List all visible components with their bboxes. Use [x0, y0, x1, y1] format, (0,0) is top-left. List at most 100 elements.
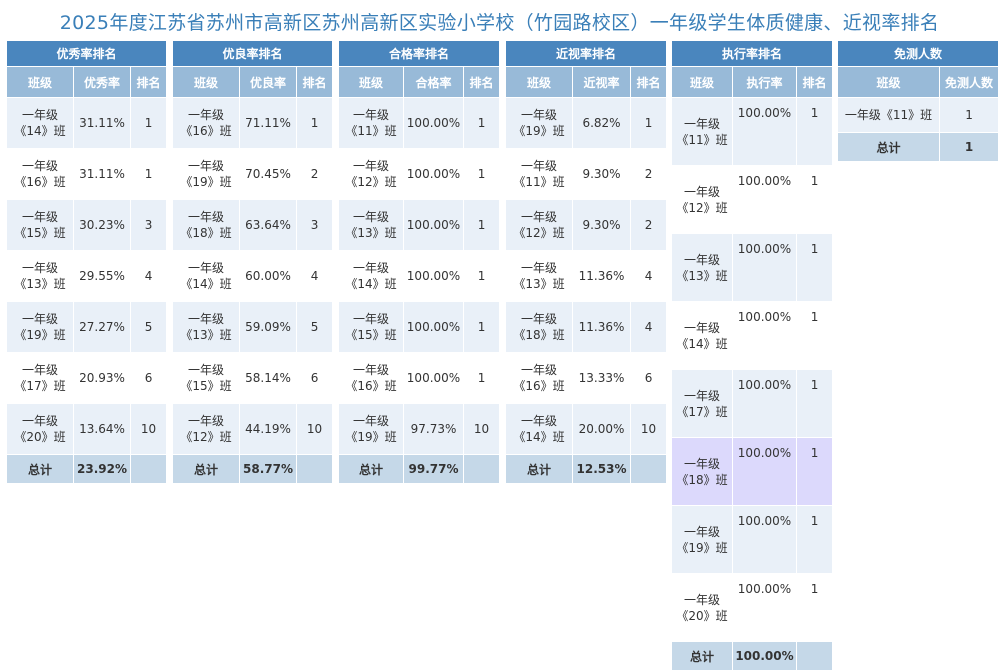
table-row: 一年级《17》班 100.00% 1	[671, 369, 834, 438]
table-row: 一年级《17》班 20.93% 6	[6, 352, 168, 404]
rank-cell: 2	[629, 199, 668, 251]
rank-cell: 1	[795, 233, 834, 302]
table-row: 一年级《11》班 100.00% 1	[671, 97, 834, 166]
table-row: 一年级《11》班 1	[837, 97, 999, 133]
value-cell: 29.55%	[73, 250, 131, 302]
rank-cell: 1	[795, 165, 834, 234]
value-cell: 20.00%	[572, 403, 631, 455]
table-caption: 优秀率排名	[5, 40, 168, 67]
class-name-cell: 一年级《16》班	[172, 97, 240, 149]
table-caption: 免测人数	[836, 40, 999, 67]
column-header: 优良率	[239, 66, 297, 98]
table-row: 一年级《14》班 100.00% 1	[671, 301, 834, 370]
rank-cell: 2	[295, 148, 334, 200]
rank-cell: 4	[629, 250, 668, 302]
class-name-cell: 一年级《19》班	[338, 403, 404, 455]
table-row: 一年级《14》班 20.00% 10	[505, 403, 668, 455]
value-cell: 27.27%	[73, 301, 131, 353]
table-row: 一年级《11》班 100.00% 1	[338, 97, 501, 149]
total-value: 12.53%	[572, 454, 631, 484]
class-name-cell: 一年级《11》班	[837, 97, 940, 133]
class-name-cell: 一年级《18》班	[505, 301, 573, 353]
table-row: 一年级《13》班 11.36% 4	[505, 250, 668, 302]
table-row: 一年级《16》班 100.00% 1	[338, 352, 501, 404]
rank-cell: 1	[295, 97, 334, 149]
exempt-count-table: 免测人数 班级 免测人数 一年级《11》班 1 总计 1	[836, 40, 999, 162]
value-cell: 100.00%	[403, 301, 464, 353]
column-header: 班级	[172, 66, 240, 98]
table-row: 一年级《19》班 100.00% 1	[671, 505, 834, 574]
column-header: 班级	[6, 66, 74, 98]
class-name-cell: 一年级《11》班	[671, 97, 733, 166]
rank-cell: 1	[795, 369, 834, 438]
table-row: 一年级《19》班 97.73% 10	[338, 403, 501, 455]
total-label: 总计	[172, 454, 240, 484]
table-row: 一年级《11》班 9.30% 2	[505, 148, 668, 200]
column-header: 免测人数	[938, 66, 999, 98]
rank-cell: 1	[795, 505, 834, 574]
rank-cell: 1	[795, 97, 834, 166]
value-cell: 63.64%	[239, 199, 297, 251]
total-row: 总计 23.92%	[6, 454, 168, 484]
class-name-cell: 一年级《12》班	[505, 199, 573, 251]
table-row: 一年级《19》班 70.45% 2	[172, 148, 334, 200]
rank-cell: 6	[629, 352, 668, 404]
class-name-cell: 一年级《12》班	[338, 148, 404, 200]
table-row: 一年级《15》班 100.00% 1	[338, 301, 501, 353]
rank-cell: 6	[295, 352, 334, 404]
total-value: 99.77%	[403, 454, 464, 484]
total-row: 总计 1	[837, 132, 999, 162]
column-header: 合格率	[403, 66, 464, 98]
value-cell: 100.00%	[732, 505, 797, 574]
column-header: 排名	[295, 66, 334, 98]
rank-cell: 5	[129, 301, 168, 353]
class-name-cell: 一年级《13》班	[505, 250, 573, 302]
value-cell: 100.00%	[732, 369, 797, 438]
total-label: 总计	[671, 641, 733, 671]
rank-cell: 1	[795, 301, 834, 370]
column-header: 班级	[837, 66, 940, 98]
rank-cell: 1	[462, 148, 501, 200]
rank-cell: 1	[795, 573, 834, 642]
class-name-cell: 一年级《14》班	[505, 403, 573, 455]
class-name-cell: 一年级《16》班	[505, 352, 573, 404]
value-cell: 100.00%	[403, 97, 464, 149]
rank-cell: 3	[295, 199, 334, 251]
table-row: 一年级《18》班 100.00% 1	[671, 437, 834, 506]
table-row: 一年级《12》班 100.00% 1	[671, 165, 834, 234]
table-row: 一年级《12》班 100.00% 1	[338, 148, 501, 200]
rank-cell: 5	[295, 301, 334, 353]
column-header: 排名	[795, 66, 834, 98]
class-name-cell: 一年级《18》班	[172, 199, 240, 251]
class-name-cell: 一年级《16》班	[6, 148, 74, 200]
value-cell: 13.64%	[73, 403, 131, 455]
class-name-cell: 一年级《18》班	[671, 437, 733, 506]
execution-rate-table: 执行率排名 班级 执行率 排名 一年级《11》班 100.00% 1 一年级《12》班…	[670, 40, 834, 671]
column-header: 近视率	[572, 66, 631, 98]
table-row: 一年级《19》班 27.27% 5	[6, 301, 168, 353]
total-row: 总计 99.77%	[338, 454, 501, 484]
rank-cell: 6	[129, 352, 168, 404]
good-rate-table: 优良率排名 班级 优良率 排名 一年级《16》班 71.11% 1 一年级《19》班 7…	[171, 40, 334, 484]
class-name-cell: 一年级《14》班	[338, 250, 404, 302]
total-row: 总计 100.00%	[671, 641, 834, 671]
class-name-cell: 一年级《13》班	[172, 301, 240, 353]
class-name-cell: 一年级《11》班	[505, 148, 573, 200]
table-caption: 优良率排名	[171, 40, 334, 67]
table-row: 一年级《13》班 29.55% 4	[6, 250, 168, 302]
class-name-cell: 一年级《14》班	[671, 301, 733, 370]
class-name-cell: 一年级《14》班	[6, 97, 74, 149]
class-name-cell: 一年级《12》班	[172, 403, 240, 455]
column-header: 班级	[671, 66, 733, 98]
rank-cell: 4	[295, 250, 334, 302]
column-header: 排名	[629, 66, 668, 98]
total-rank	[629, 454, 668, 484]
value-cell: 11.36%	[572, 250, 631, 302]
table-row: 一年级《15》班 30.23% 3	[6, 199, 168, 251]
value-cell: 100.00%	[732, 573, 797, 642]
page-title: 2025年度江苏省苏州市高新区苏州高新区实验小学校（竹园路校区）一年级学生体质健…	[59, 12, 940, 34]
table-row: 一年级《18》班 11.36% 4	[505, 301, 668, 353]
class-name-cell: 一年级《19》班	[505, 97, 573, 149]
value-cell: 70.45%	[239, 148, 297, 200]
class-name-cell: 一年级《15》班	[172, 352, 240, 404]
